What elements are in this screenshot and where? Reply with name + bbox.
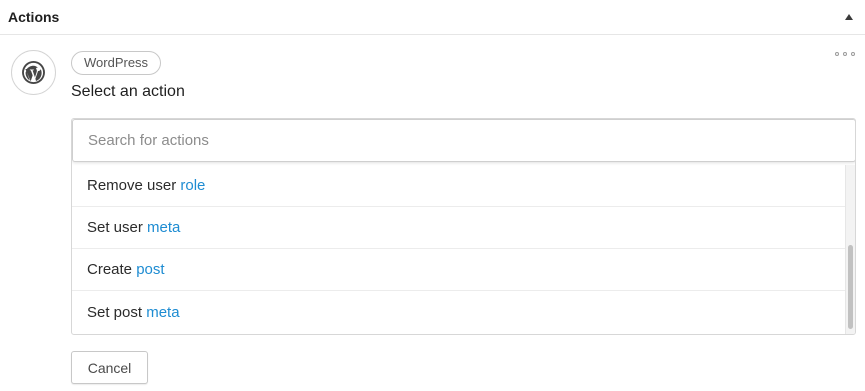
- step-title: Select an action: [71, 83, 185, 100]
- wordpress-icon: [22, 61, 45, 84]
- integration-avatar: [11, 50, 56, 95]
- option-token: role: [180, 177, 206, 194]
- action-option[interactable]: Set user meta: [72, 207, 845, 249]
- collapse-toggle[interactable]: [842, 10, 856, 24]
- option-token: post: [136, 261, 165, 278]
- more-options-button[interactable]: [835, 48, 855, 60]
- option-label: Create: [87, 261, 137, 278]
- scrollbar-thumb[interactable]: [848, 245, 853, 329]
- option-label: Set user: [87, 219, 148, 236]
- option-token: meta: [146, 303, 180, 321]
- action-options-list: Remove user role Set user meta Create po…: [72, 165, 845, 334]
- option-label: Remove user: [87, 177, 181, 194]
- search-actions-input[interactable]: [72, 119, 855, 162]
- triangle-up-icon: [845, 14, 853, 20]
- more-horizontal-icon-dot: [843, 52, 847, 56]
- more-horizontal-icon-dot: [851, 52, 855, 56]
- action-select: Remove user role Set user meta Create po…: [71, 118, 856, 335]
- cancel-button[interactable]: Cancel: [71, 351, 148, 384]
- actions-panel-header: Actions: [0, 0, 865, 35]
- action-option[interactable]: Set post meta: [72, 291, 845, 333]
- option-label: Set post: [87, 303, 147, 321]
- more-horizontal-icon: [835, 52, 839, 56]
- action-option[interactable]: Remove user role: [72, 165, 845, 207]
- action-option[interactable]: Create post: [72, 249, 845, 291]
- integration-chip: WordPress: [71, 51, 162, 75]
- option-token: meta: [147, 219, 181, 236]
- options-scrollbar[interactable]: [845, 165, 855, 334]
- panel-title: Actions: [8, 9, 60, 25]
